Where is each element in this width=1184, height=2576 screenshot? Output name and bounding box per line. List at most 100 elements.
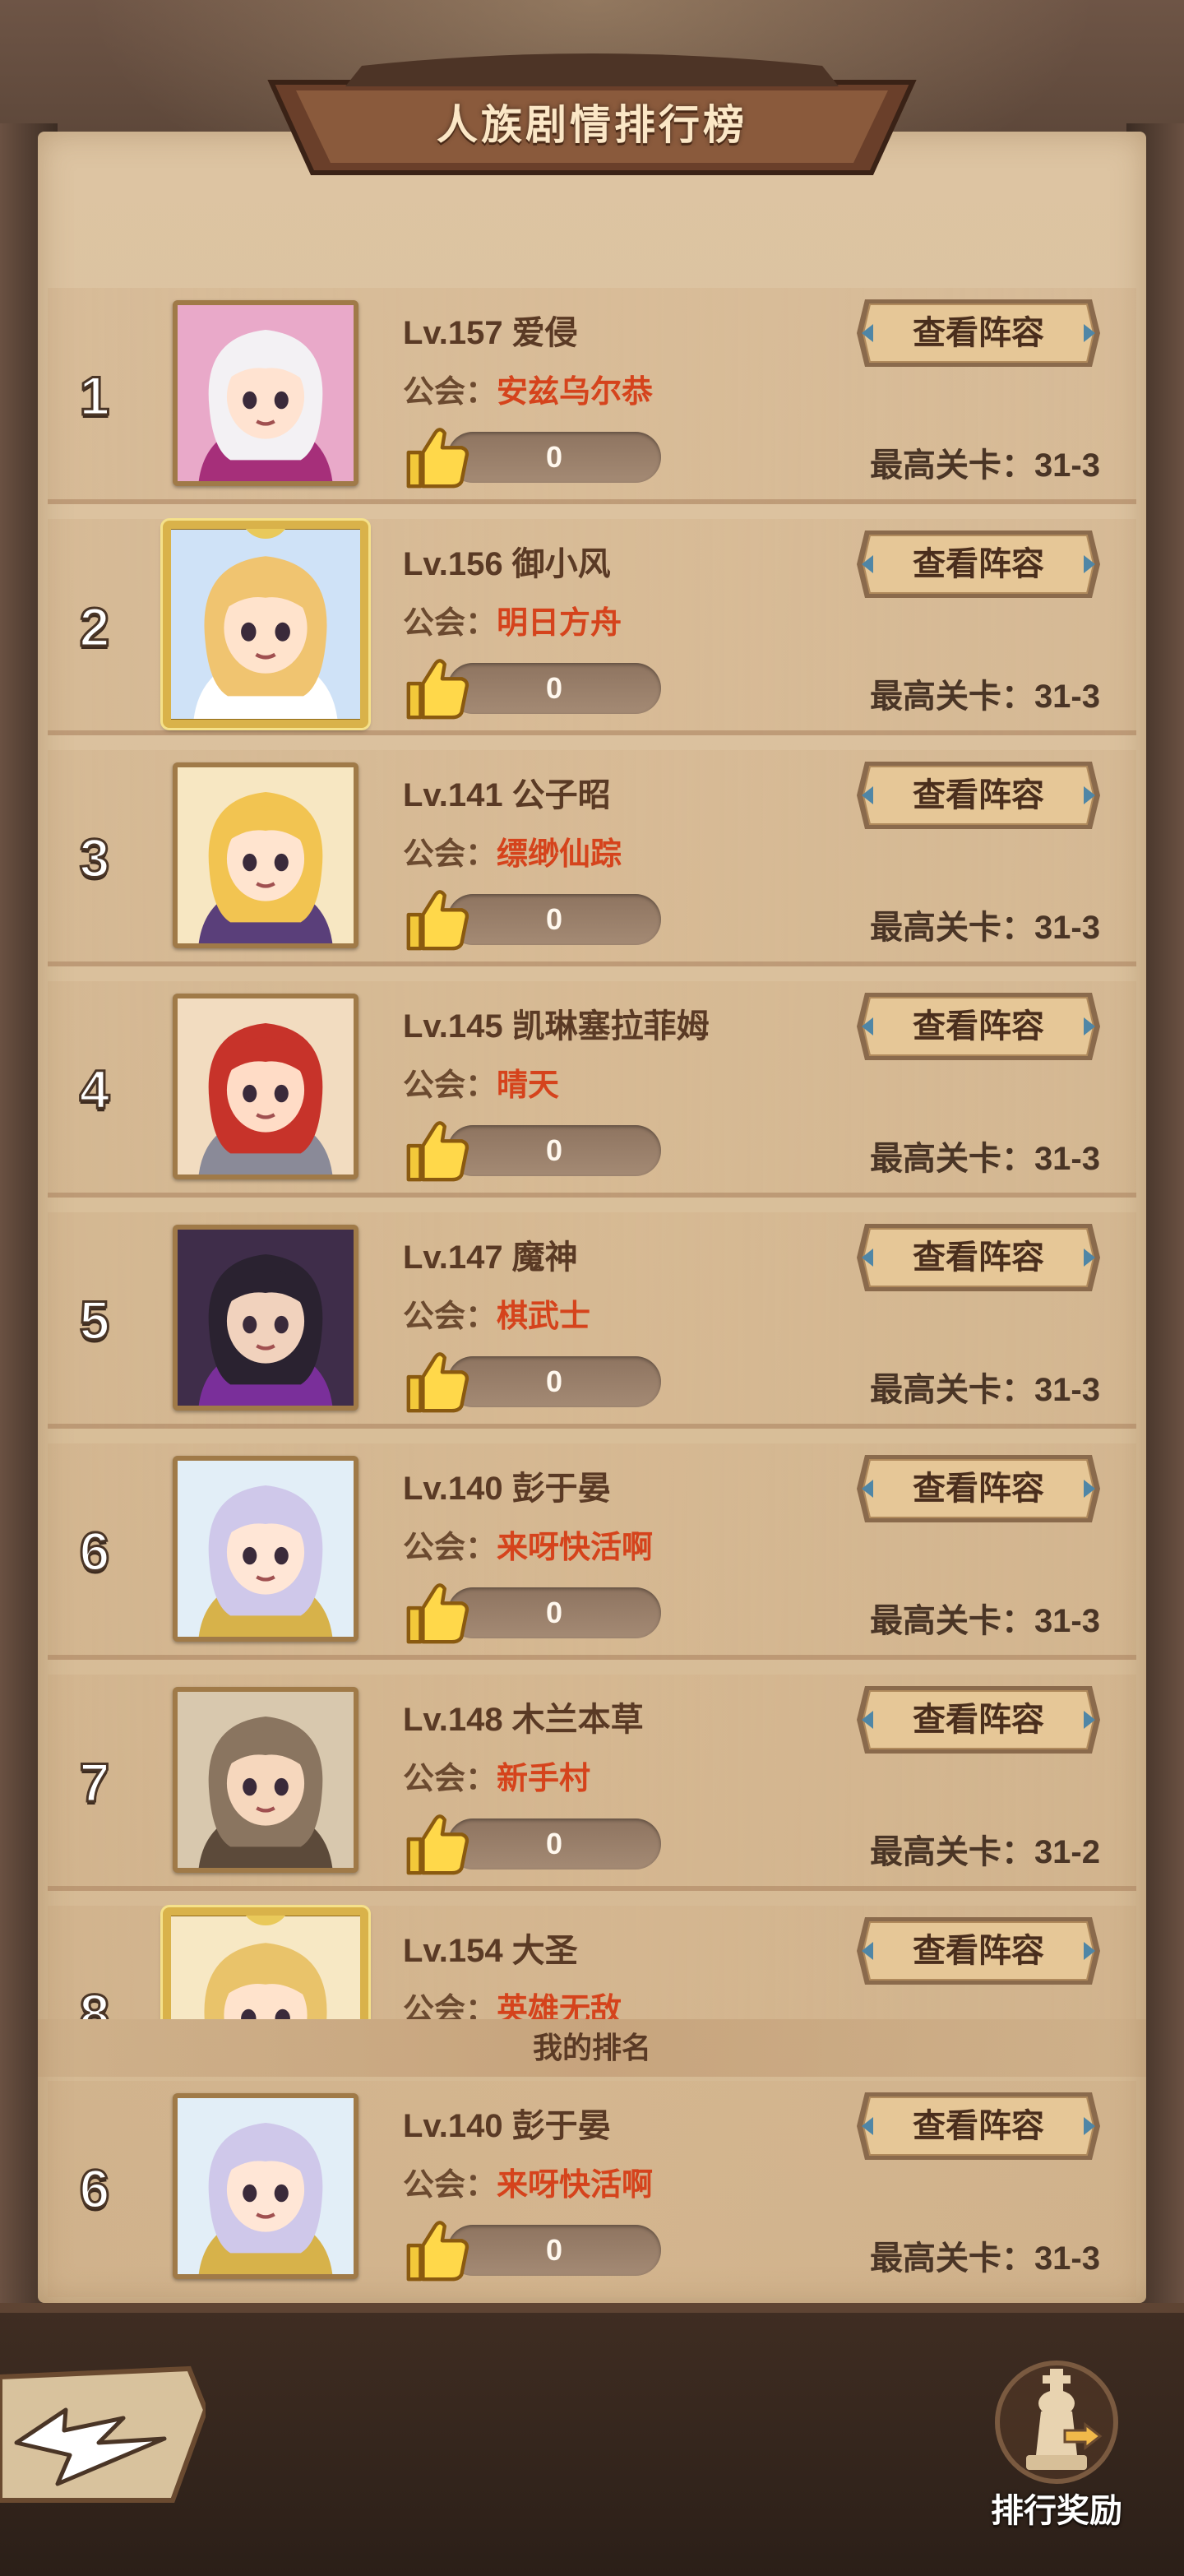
avatar-dark-horned xyxy=(178,1230,354,1406)
player-avatar[interactable] xyxy=(163,1907,368,2019)
view-lineup-button[interactable]: 查看阵容 xyxy=(855,989,1102,1063)
view-lineup-button[interactable]: 查看阵容 xyxy=(855,296,1102,370)
guild-prefix: 公会： xyxy=(403,606,497,641)
player-avatar[interactable] xyxy=(173,1225,358,1411)
view-lineup-label: 查看阵容 xyxy=(913,1933,1044,1969)
highest-stage: 最高关卡：31-3 xyxy=(870,901,1100,948)
highest-stage: 最高关卡：31-3 xyxy=(870,1132,1100,1179)
stage-prefix: 最高关卡： xyxy=(869,2240,1034,2277)
ranking-row: 4 Lv.145 凯琳塞拉菲姆 公会：晴天 0 查看阵容 最高关卡：31-3 xyxy=(48,981,1136,1198)
like-count-pill: 0 xyxy=(447,1125,661,1176)
stage-prefix: 最高关卡： xyxy=(869,910,1034,946)
thumbs-up-icon xyxy=(406,659,469,720)
guild-prefix: 公会： xyxy=(403,1762,497,1796)
view-lineup-label: 查看阵容 xyxy=(913,315,1044,351)
guild-line: 公会：棋武士 xyxy=(403,1290,590,1336)
like-count: 0 xyxy=(545,902,563,936)
guild-name: 明日方舟 xyxy=(497,606,622,641)
guild-line: 公会：安兹乌尔恭 xyxy=(403,366,653,411)
rank-number: 7 xyxy=(78,1751,111,1814)
guild-name: 棋武士 xyxy=(497,1300,591,1334)
ranking-reward-button[interactable]: 排行奖励 xyxy=(962,2352,1151,2550)
player-level-name: Lv.141 公子昭 xyxy=(403,777,611,813)
highest-stage: 最高关卡：31-3 xyxy=(870,669,1100,717)
avatar-hooded xyxy=(178,1692,354,1868)
like-count-pill: 0 xyxy=(447,663,661,714)
view-lineup-label: 查看阵容 xyxy=(913,1471,1044,1507)
player-level-name: Lv.156 御小风 xyxy=(403,546,611,582)
guild-prefix: 公会： xyxy=(403,375,497,410)
guild-name: 来呀快活啊 xyxy=(497,2168,654,2203)
player-avatar[interactable] xyxy=(173,1687,358,1873)
highest-stage: 最高关卡：31-3 xyxy=(870,2231,1100,2279)
player-level-name: Lv.157 爱侵 xyxy=(403,315,578,351)
player-avatar[interactable] xyxy=(163,521,368,728)
guild-prefix: 公会： xyxy=(403,1531,497,1565)
like-count: 0 xyxy=(545,1596,563,1629)
thumbs-up-icon xyxy=(406,2221,469,2282)
player-level-name: Lv.140 彭于晏 xyxy=(403,1471,611,1507)
player-level-name: Lv.145 凯琳塞拉菲姆 xyxy=(403,1008,710,1045)
guild-line: 公会：明日方舟 xyxy=(403,597,622,642)
view-lineup-button[interactable]: 查看阵容 xyxy=(855,2089,1102,2163)
stage-prefix: 最高关卡： xyxy=(869,1141,1034,1177)
guild-line: 公会：新手村 xyxy=(403,1753,590,1798)
my-rank-row: 6 Lv.140 彭于晏 公会：来呀快活啊 0 查看阵容 最高关卡：31-3 xyxy=(48,2081,1136,2297)
stage-prefix: 最高关卡： xyxy=(869,1834,1034,1870)
avatar-blonde-winged xyxy=(171,530,360,719)
player-avatar[interactable] xyxy=(173,2093,358,2279)
rank-number: 6 xyxy=(78,2157,111,2221)
rank-number: 1 xyxy=(78,364,111,428)
stage-prefix: 最高关卡： xyxy=(869,679,1034,715)
thumbs-up-icon xyxy=(406,428,469,489)
view-lineup-label: 查看阵容 xyxy=(913,2108,1044,2144)
player-level-name: Lv.140 彭于晏 xyxy=(403,2108,611,2144)
thumbs-up-icon xyxy=(406,1583,469,1644)
rank-number: 5 xyxy=(78,1289,111,1352)
guild-line: 公会：来呀快活啊 xyxy=(403,2159,653,2204)
like-count-pill: 0 xyxy=(447,1587,661,1638)
view-lineup-button[interactable]: 查看阵容 xyxy=(855,1452,1102,1526)
ranking-row: 6 Lv.140 彭于晏 公会：来呀快活啊 0 查看阵容 最高关卡：31-3 xyxy=(48,1443,1136,1660)
view-lineup-button[interactable]: 查看阵容 xyxy=(855,527,1102,601)
ranking-reward-label: 排行奖励 xyxy=(991,2493,1122,2529)
stage-value: 31-3 xyxy=(1034,1141,1100,1177)
thumbs-up-icon xyxy=(406,1814,469,1875)
ranking-list[interactable]: 1 Lv.157 爱侵 公会：安兹乌尔恭 0 查看阵容 最高关卡：31-3 2 xyxy=(0,280,1184,2019)
like-count-pill: 0 xyxy=(447,1356,661,1407)
view-lineup-button[interactable]: 查看阵容 xyxy=(855,758,1102,832)
view-lineup-button[interactable]: 查看阵容 xyxy=(855,1683,1102,1757)
rank-number: 6 xyxy=(78,1520,111,1583)
my-rank-header: 我的排名 xyxy=(38,2019,1146,2077)
back-arrow-icon xyxy=(0,2365,209,2503)
player-avatar[interactable] xyxy=(173,994,358,1179)
like-count: 0 xyxy=(545,1364,563,1398)
avatar-silver-hair-crown xyxy=(178,1461,354,1637)
guild-name: 来呀快活啊 xyxy=(497,1531,654,1565)
stage-value: 31-3 xyxy=(1034,447,1100,484)
player-avatar[interactable] xyxy=(173,1456,358,1642)
player-avatar[interactable] xyxy=(173,300,358,486)
back-button[interactable] xyxy=(0,2361,209,2509)
view-lineup-button[interactable]: 查看阵容 xyxy=(855,1221,1102,1295)
avatar-silver-hair-crown xyxy=(178,2098,354,2274)
view-lineup-button[interactable]: 查看阵容 xyxy=(855,1914,1102,1988)
player-level-name: Lv.148 木兰本草 xyxy=(403,1702,644,1738)
player-avatar[interactable] xyxy=(173,762,358,948)
like-count-pill: 0 xyxy=(447,2225,661,2276)
ranking-row: 7 Lv.148 木兰本草 公会：新手村 0 查看阵容 最高关卡：31-2 xyxy=(48,1675,1136,1891)
stage-value: 31-3 xyxy=(1034,910,1100,946)
highest-stage: 最高关卡：31-3 xyxy=(870,438,1100,486)
guild-name: 安兹乌尔恭 xyxy=(497,375,654,410)
guild-prefix: 公会： xyxy=(403,1993,497,2019)
ranking-row: 8 Lv.154 大圣 公会：英雄无敌 0 查看阵容 最高关卡：31-3 xyxy=(48,1906,1136,2019)
rank-number: 2 xyxy=(78,595,111,659)
guild-line: 公会：晴天 xyxy=(403,1059,559,1105)
stage-prefix: 最高关卡： xyxy=(869,447,1034,484)
view-lineup-label: 查看阵容 xyxy=(913,1239,1044,1276)
player-level-name: Lv.154 大圣 xyxy=(403,1933,578,1969)
thumbs-up-icon xyxy=(406,1352,469,1413)
stage-prefix: 最高关卡： xyxy=(869,1372,1034,1408)
ranking-row: 1 Lv.157 爱侵 公会：安兹乌尔恭 0 查看阵容 最高关卡：31-3 xyxy=(48,288,1136,504)
rank-number: 3 xyxy=(78,827,111,890)
